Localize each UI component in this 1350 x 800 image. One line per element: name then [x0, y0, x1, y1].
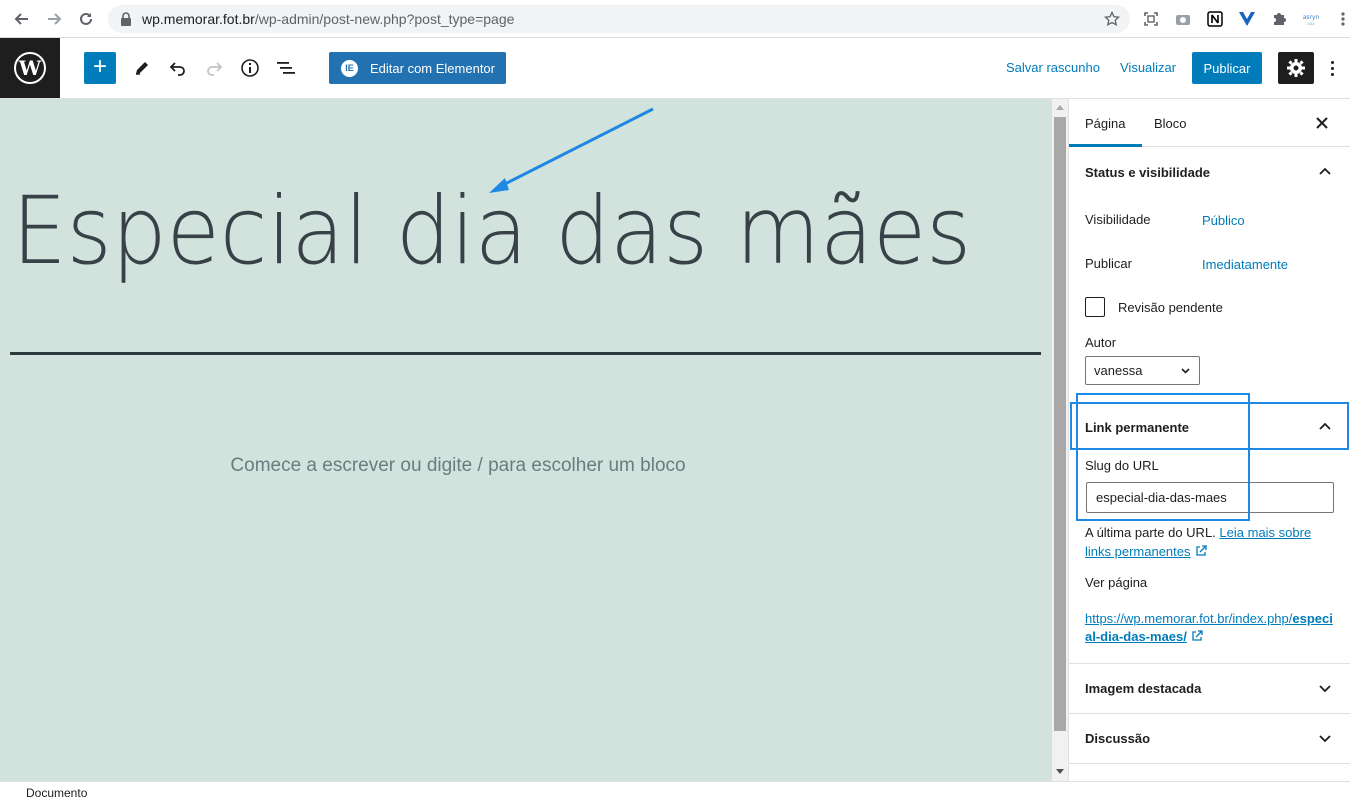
chevron-down-icon: [1319, 735, 1331, 743]
pending-review-label: Revisão pendente: [1118, 300, 1223, 315]
page-url-link[interactable]: https://wp.memorar.fot.br/index.php/espe…: [1085, 610, 1335, 646]
visibility-value-link[interactable]: Público: [1202, 213, 1245, 228]
browser-toolbar: wp.memorar.fot.br/wp-admin/post-new.php?…: [0, 0, 1350, 38]
info-icon[interactable]: [238, 56, 262, 80]
reload-icon[interactable]: [72, 5, 100, 33]
svg-text:aaa: aaa: [1307, 21, 1315, 26]
author-label: Autor: [1085, 335, 1117, 350]
status-visibility-panel-toggle[interactable]: Status e visibilidade: [1069, 148, 1350, 196]
notion-icon[interactable]: [1204, 8, 1226, 30]
panel-divider: [1069, 763, 1350, 764]
external-link-icon: [1192, 630, 1203, 641]
settings-gear-icon[interactable]: [1278, 52, 1314, 84]
permalink-help-text: A última parte do URL. Leia mais sobre l…: [1085, 523, 1335, 561]
back-icon[interactable]: [8, 5, 36, 33]
preview-button[interactable]: Visualizar: [1120, 60, 1176, 75]
featured-image-panel-toggle[interactable]: Imagem destacada: [1069, 664, 1350, 712]
publish-button[interactable]: Publicar: [1192, 52, 1262, 84]
camera-icon[interactable]: [1172, 8, 1194, 30]
scroll-up-arrow-icon[interactable]: [1056, 105, 1064, 110]
author-select-value: vanessa: [1094, 363, 1143, 378]
author-select[interactable]: vanessa: [1085, 356, 1200, 385]
url-path: /wp-admin/post-new.php?post_type=page: [254, 11, 515, 27]
visibility-label: Visibilidade: [1085, 212, 1151, 227]
discussion-panel-toggle[interactable]: Discussão: [1069, 714, 1350, 762]
page-url-prefix: https://wp.memorar.fot.br/index.php/: [1085, 611, 1293, 626]
highlight-slug-area: [1076, 393, 1250, 521]
chevron-down-icon: [1319, 685, 1331, 693]
url-host: wp.memorar.fot.br: [142, 11, 255, 27]
scroll-down-arrow-icon[interactable]: [1056, 769, 1064, 774]
add-block-button[interactable]: +: [84, 52, 116, 84]
edit-with-elementor-button[interactable]: IE Editar com Elementor: [329, 52, 506, 84]
redo-icon[interactable]: [202, 56, 226, 80]
editor-canvas[interactable]: Especial dia das mães Comece a escrever …: [0, 99, 1052, 781]
browser-menu-icon[interactable]: [1332, 8, 1350, 30]
status-visibility-title: Status e visibilidade: [1085, 164, 1210, 180]
help-text: A última parte do URL.: [1085, 525, 1216, 540]
screenshot-icon[interactable]: [1140, 8, 1162, 30]
elementor-icon: IE: [341, 59, 358, 77]
vue-extension-icon[interactable]: [1236, 8, 1258, 30]
close-icon[interactable]: [1313, 114, 1331, 132]
undo-icon[interactable]: [166, 56, 190, 80]
pencil-icon[interactable]: [130, 56, 154, 80]
sidebar-tabs: Página Bloco: [1068, 99, 1350, 147]
puzzle-icon[interactable]: [1268, 8, 1290, 30]
extensions-area: asryn aaa: [1140, 8, 1350, 30]
svg-text:asryn: asryn: [1303, 14, 1320, 21]
pending-review-checkbox[interactable]: [1085, 297, 1105, 317]
view-page-label: Ver página: [1085, 575, 1148, 590]
tab-page[interactable]: Página: [1068, 116, 1144, 147]
profile-avatar-icon[interactable]: asryn aaa: [1300, 8, 1322, 30]
chevron-up-icon: [1319, 167, 1331, 175]
scroll-thumb[interactable]: [1054, 117, 1066, 731]
more-options-icon[interactable]: [1324, 56, 1340, 80]
separator-block[interactable]: [10, 352, 1041, 355]
post-title[interactable]: Especial dia das mães: [12, 177, 971, 286]
publish-date-link[interactable]: Imediatamente: [1202, 257, 1288, 272]
featured-image-title: Imagem destacada: [1085, 680, 1202, 696]
wordpress-logo-icon[interactable]: W: [0, 38, 60, 98]
tab-block[interactable]: Bloco: [1154, 116, 1187, 131]
editor-status-bar: Documento: [0, 781, 1350, 800]
canvas-scrollbar[interactable]: [1052, 99, 1068, 781]
publish-label: Publicar: [1085, 256, 1132, 271]
discussion-title: Discussão: [1085, 730, 1151, 746]
list-view-icon[interactable]: [274, 56, 298, 80]
lock-icon: [121, 12, 131, 26]
save-draft-button[interactable]: Salvar rascunho: [1006, 60, 1100, 75]
breadcrumb-document[interactable]: Documento: [26, 786, 87, 800]
address-bar[interactable]: wp.memorar.fot.br/wp-admin/post-new.php?…: [108, 5, 1130, 33]
elementor-button-label: Editar com Elementor: [370, 60, 495, 76]
chevron-down-icon: [1181, 368, 1190, 374]
bookmark-star-icon[interactable]: [1104, 11, 1120, 27]
editor-toolbar: W + IE Editar com Elementor Salvar rascu…: [0, 38, 1350, 99]
external-link-icon: [1195, 545, 1207, 556]
forward-icon[interactable]: [40, 5, 68, 33]
block-placeholder[interactable]: Comece a escrever ou digite / para escol…: [0, 455, 916, 477]
